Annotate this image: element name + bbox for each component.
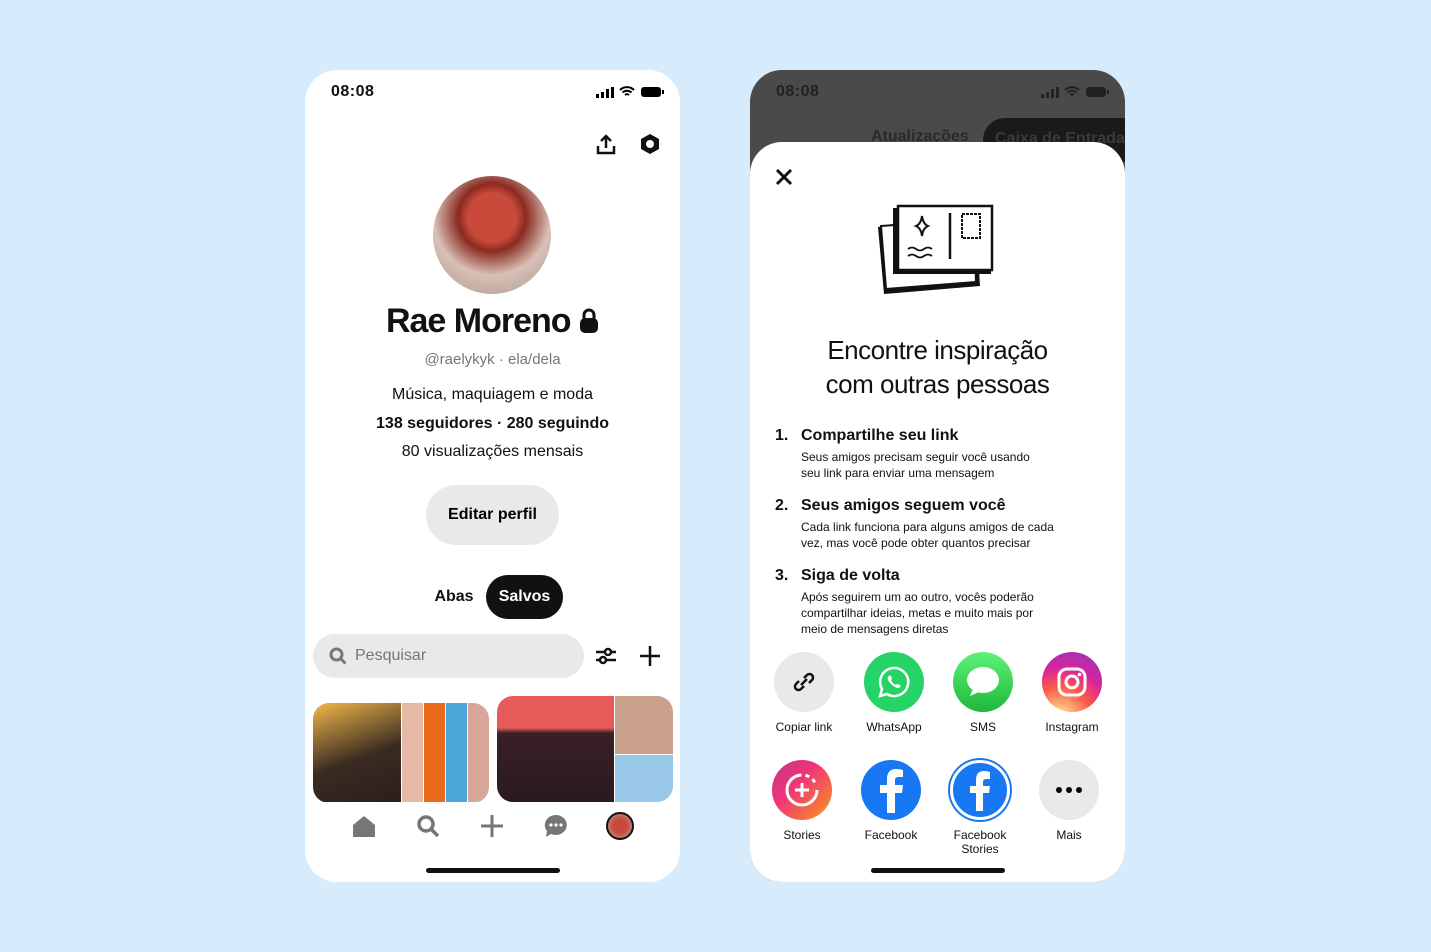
close-icon[interactable] bbox=[775, 168, 793, 186]
facebook-stories-icon bbox=[950, 760, 1010, 820]
facebook-button[interactable]: Facebook bbox=[851, 760, 931, 842]
settings-icon[interactable] bbox=[639, 133, 661, 155]
stories-icon bbox=[772, 760, 832, 820]
facebook-icon bbox=[861, 760, 921, 820]
sms-button[interactable]: SMS bbox=[943, 652, 1023, 734]
bottom-nav bbox=[305, 802, 680, 882]
whatsapp-button[interactable]: WhatsApp bbox=[854, 652, 934, 734]
profile-handle: @raelykyk · ela/dela bbox=[424, 351, 561, 368]
home-indicator bbox=[871, 868, 1005, 873]
step-item: 2. Seus amigos seguem você Cada link funci… bbox=[775, 497, 1054, 550]
whatsapp-icon bbox=[864, 652, 924, 712]
status-icons bbox=[596, 86, 664, 98]
profile-name: Rae Moreno bbox=[385, 302, 572, 340]
sheet-title: Encontre inspiração com outras pessoas bbox=[825, 335, 1050, 399]
instagram-button[interactable]: Instagram bbox=[1032, 652, 1112, 734]
search-icon[interactable] bbox=[416, 814, 440, 838]
stories-button[interactable]: Stories bbox=[762, 760, 842, 842]
copy-link-button[interactable]: Copiar link bbox=[764, 652, 844, 734]
sms-icon bbox=[953, 652, 1013, 712]
step-item: 1. Compartilhe seu link Seus amigos precis… bbox=[775, 427, 1030, 480]
share-sheet: Encontre inspiração com outras pessoas 1.… bbox=[750, 142, 1125, 882]
board-cover[interactable] bbox=[497, 696, 673, 802]
search-placeholder: Pesquisar bbox=[355, 647, 427, 664]
status-time: 08:08 bbox=[331, 83, 375, 100]
tab-salvos[interactable]: Salvos bbox=[486, 575, 563, 619]
search-icon bbox=[329, 647, 347, 665]
plus-icon[interactable] bbox=[639, 645, 661, 667]
status-time: 08:08 bbox=[776, 83, 820, 100]
step-item: 3. Siga de volta Após seguirem um ao outro… bbox=[775, 567, 1034, 636]
more-button[interactable]: Mais bbox=[1029, 760, 1109, 842]
home-icon[interactable] bbox=[352, 814, 376, 838]
home-indicator bbox=[426, 868, 560, 873]
monthly-views: 80 visualizações mensais bbox=[401, 443, 584, 460]
avatar[interactable] bbox=[433, 176, 551, 294]
share-icon[interactable] bbox=[595, 134, 617, 156]
profile-bio: Música, maquiagem e moda bbox=[392, 386, 593, 403]
instagram-icon bbox=[1042, 652, 1102, 712]
edit-profile-button[interactable]: Editar perfil bbox=[426, 485, 559, 545]
create-icon[interactable] bbox=[480, 814, 504, 838]
status-icons bbox=[1041, 86, 1109, 98]
profile-avatar[interactable] bbox=[606, 812, 634, 840]
lock-icon bbox=[580, 308, 599, 333]
share-screen: 08:08 Atualizações Caixa de Entrada Enco… bbox=[750, 70, 1125, 882]
filter-icon[interactable] bbox=[595, 646, 617, 666]
follow-stats[interactable]: 138 seguidores · 280 seguindo bbox=[305, 415, 680, 433]
postcard-illustration bbox=[878, 204, 994, 294]
tab-abas[interactable]: Abas bbox=[423, 575, 485, 619]
board-cover[interactable] bbox=[313, 703, 489, 803]
messages-icon[interactable] bbox=[544, 814, 568, 838]
more-icon bbox=[1039, 760, 1099, 820]
profile-screen: 08:08 Rae Moreno @raelykyk · ela/dela Mú… bbox=[305, 70, 680, 882]
facebook-stories-button[interactable]: Facebook Stories bbox=[940, 760, 1020, 856]
link-icon bbox=[774, 652, 834, 712]
search-input[interactable]: Pesquisar bbox=[313, 634, 584, 678]
